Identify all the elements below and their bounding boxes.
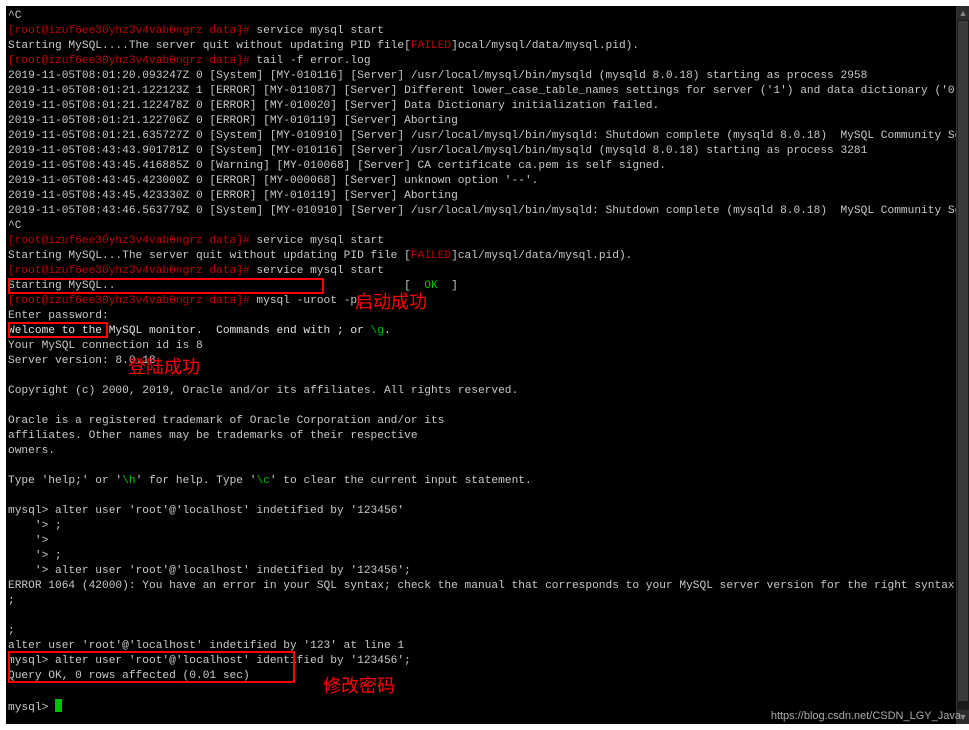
terminal-line [8,684,963,699]
csdn-watermark: https://blog.csdn.net/CSDN_LGY_Java [771,710,961,722]
terminal-line: '> ; [8,549,963,564]
terminal-line: 2019-11-05T08:01:21.122478Z 0 [ERROR] [M… [8,99,963,114]
annotation-start-ok: 启动成功 [355,288,427,314]
terminal-line: 2019-11-05T08:43:46.563779Z 0 [System] [… [8,204,963,219]
terminal-line: 2019-11-05T08:01:20.093247Z 0 [System] [… [8,69,963,84]
terminal-line: ; [8,594,963,609]
terminal-line: 2019-11-05T08:01:21.635727Z 0 [System] [… [8,129,963,144]
vertical-scrollbar[interactable]: ▲ ▼ [956,6,969,724]
highlight-box-password [8,651,295,683]
terminal-line: [root@izuf6ee30yhz3v4vab0ngrz data]# mys… [8,294,963,309]
terminal-line: '> ; [8,519,963,534]
terminal-line: Starting MySQL...The server quit without… [8,249,963,264]
terminal-line: 2019-11-05T08:01:21.122123Z 1 [ERROR] [M… [8,84,963,99]
highlight-box-login [8,322,108,338]
terminal-line: ^C [8,9,963,24]
terminal-line: [root@izuf6ee30yhz3v4vab0ngrz data]# ser… [8,24,963,39]
terminal-line [8,459,963,474]
terminal-line [8,609,963,624]
terminal-line: owners. [8,444,963,459]
scroll-up-arrow[interactable]: ▲ [957,6,969,20]
terminal-line: '> alter user 'root'@'localhost' indetif… [8,564,963,579]
terminal-line: mysql> alter user 'root'@'localhost' ind… [8,504,963,519]
terminal-line: Your MySQL connection id is 8 [8,339,963,354]
terminal-line: [root@izuf6ee30yhz3v4vab0ngrz data]# tai… [8,54,963,69]
terminal-line [8,399,963,414]
terminal-line: 2019-11-05T08:43:45.423330Z 0 [ERROR] [M… [8,189,963,204]
annotation-login-ok: 登陆成功 [128,353,200,379]
annotation-change-pw: 修改密码 [323,672,395,698]
terminal-line: 2019-11-05T08:01:21.122706Z 0 [ERROR] [M… [8,114,963,129]
highlight-box-start [8,278,324,294]
terminal-line: Oracle is a registered trademark of Orac… [8,414,963,429]
terminal-line: ; [8,624,963,639]
terminal-line: affiliates. Other names may be trademark… [8,429,963,444]
terminal-line [8,489,963,504]
terminal-line: [root@izuf6ee30yhz3v4vab0ngrz data]# ser… [8,234,963,249]
terminal-line: Type 'help;' or '\h' for help. Type '\c'… [8,474,963,489]
terminal-line: Copyright (c) 2000, 2019, Oracle and/or … [8,384,963,399]
terminal-line: 2019-11-05T08:43:43.901781Z 0 [System] [… [8,144,963,159]
terminal-line: [root@izuf6ee30yhz3v4vab0ngrz data]# ser… [8,264,963,279]
terminal-line: ^C [8,219,963,234]
terminal-line: ERROR 1064 (42000): You have an error in… [8,579,963,594]
terminal-line: 2019-11-05T08:43:45.423000Z 0 [ERROR] [M… [8,174,963,189]
terminal-line: Welcome to the MySQL monitor. Commands e… [8,324,963,339]
terminal-line: Enter password: [8,309,963,324]
scroll-thumb[interactable] [958,21,968,701]
terminal-line: '> [8,534,963,549]
cursor [55,699,62,712]
terminal-line: Starting MySQL....The server quit withou… [8,39,963,54]
terminal-line: 2019-11-05T08:43:45.416885Z 0 [Warning] … [8,159,963,174]
